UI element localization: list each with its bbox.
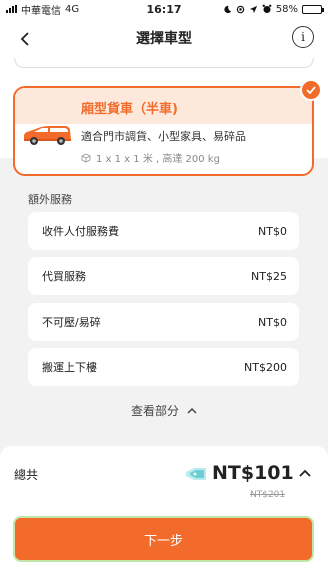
- service-row-fragile[interactable]: 不可壓/易碎 NT$0: [28, 303, 299, 341]
- vehicle-description: 適合門市調貨、小型家具、易碎品: [81, 130, 246, 143]
- view-partial-toggle[interactable]: 查看部分: [0, 402, 328, 419]
- location-icon: [249, 5, 257, 13]
- service-label: 不可壓/易碎: [42, 316, 101, 329]
- network-label: 4G: [65, 3, 80, 15]
- next-step-button[interactable]: 下一步: [13, 516, 314, 562]
- orientation-lock-icon: [236, 5, 245, 13]
- service-label: 搬運上下樓: [42, 361, 97, 374]
- total-label: 總共: [14, 468, 39, 482]
- chevron-up-icon: [187, 407, 197, 414]
- service-price: NT$25: [251, 269, 287, 283]
- service-row-purchase[interactable]: 代買服務 NT$25: [28, 257, 299, 295]
- service-row-stairs[interactable]: 搬運上下樓 NT$200: [28, 348, 299, 386]
- carrier-label: 中華電信: [21, 5, 61, 17]
- service-price: NT$0: [258, 315, 287, 329]
- service-label: 收件人付服務費: [42, 225, 119, 238]
- status-left: 中華電信 4G: [6, 2, 79, 17]
- service-label: 代買服務: [42, 270, 86, 283]
- info-icon: i: [301, 30, 305, 44]
- signal-icon: [6, 5, 17, 13]
- original-price: NT$201: [250, 490, 286, 500]
- van-icon: [24, 126, 71, 145]
- back-button[interactable]: [14, 28, 36, 50]
- alarm-icon: [262, 4, 272, 13]
- total-price: NT$101: [212, 462, 294, 484]
- service-price: NT$0: [258, 224, 287, 238]
- nav-bar: 選擇車型 i: [0, 18, 328, 69]
- vehicle-card-van[interactable]: 廂型貨車（半車) 適合門市調貨、小型家具、易碎品 1 x 1 x 1 米 , 高…: [13, 86, 314, 176]
- chevron-left-icon: [20, 32, 29, 46]
- info-button[interactable]: i: [292, 26, 314, 48]
- discount-tag-icon: [186, 468, 206, 480]
- expand-price-button[interactable]: [296, 464, 314, 482]
- box-icon: [81, 152, 91, 163]
- status-right: 58%: [223, 3, 324, 15]
- page-title: 選擇車型: [136, 31, 192, 47]
- battery-percent: 58%: [275, 3, 298, 15]
- vehicle-spec: 1 x 1 x 1 米 , 高達 200 kg: [81, 150, 220, 165]
- selected-check-icon: [300, 79, 322, 101]
- vehicle-spec-text: 1 x 1 x 1 米 , 高達 200 kg: [96, 154, 220, 165]
- do-not-disturb-icon: [224, 5, 231, 13]
- status-bar: 中華電信 4G 16:17 58%: [0, 0, 328, 18]
- vehicle-name: 廂型貨車（半車): [81, 102, 178, 117]
- battery-icon: [302, 4, 324, 14]
- service-row-recipient-pays[interactable]: 收件人付服務費 NT$0: [28, 212, 299, 250]
- chevron-up-icon: [299, 469, 311, 477]
- previous-vehicle-card[interactable]: [14, 58, 314, 68]
- price-summary-panel: 總共 NT$101 NT$201 下一步: [0, 446, 328, 583]
- extra-services-title: 額外服務: [28, 193, 72, 206]
- view-partial-label: 查看部分: [130, 404, 179, 418]
- service-price: NT$200: [244, 360, 287, 374]
